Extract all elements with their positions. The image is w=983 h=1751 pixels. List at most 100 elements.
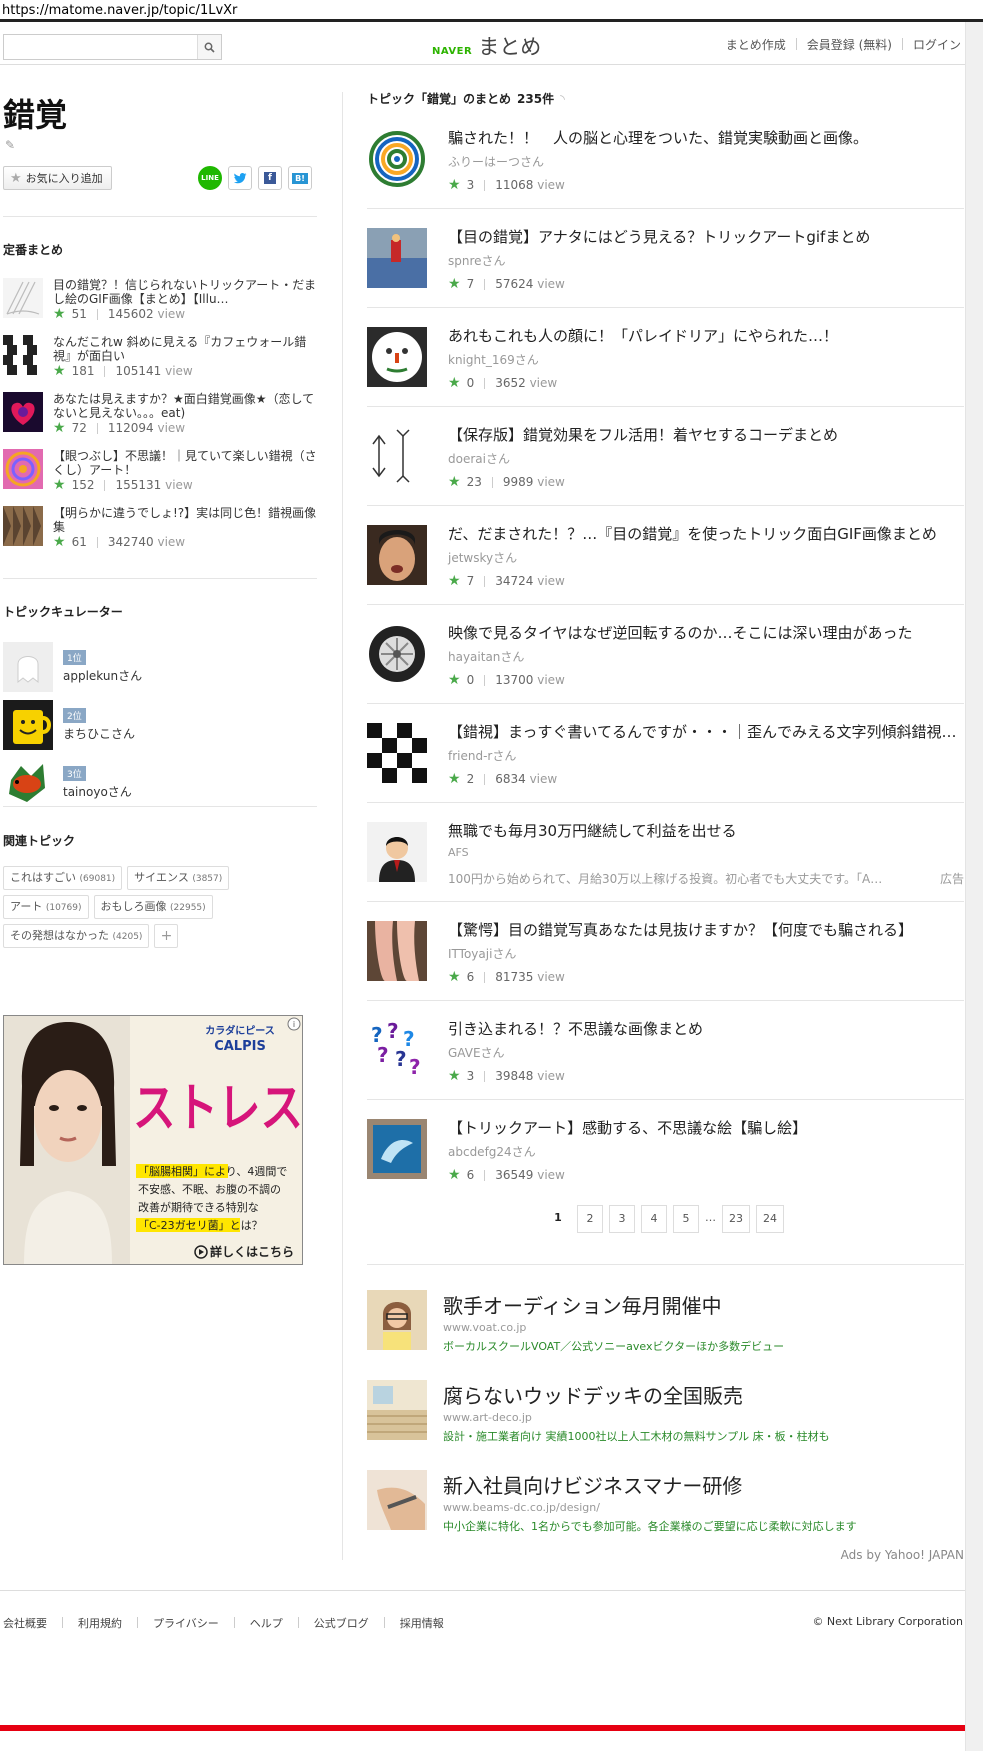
author-name[interactable]: abcdefg24さん [448, 1143, 536, 1160]
yahoo-ad-item[interactable]: 歌手オーディション毎月開催中 www.voat.co.jp ボーカルスクールVO… [367, 1290, 964, 1380]
list-item-title[interactable]: あれもこれも人の顔に！「パレイドリア」にやられた…！ [448, 325, 964, 346]
page-link[interactable]: 2 [577, 1205, 603, 1233]
list-item[interactable]: 【錯視】まっすぐ書いてるんですが・・・｜歪んでみえる文字列傾斜錯視… frien… [367, 704, 964, 803]
list-item-title[interactable]: 映像で見るタイヤはなぜ逆回転するのか…そこには深い理由があった [448, 622, 964, 643]
standard-item[interactable]: 目の錯覚？！信じられないトリックアート・だまし絵のGIF画像【まとめ】【Illu… [3, 278, 317, 335]
list-item[interactable]: 【目の錯覚】アナタにはどう見える？トリックアートgifまとめ spnreさん ★… [367, 209, 964, 308]
footer-link-help[interactable]: ヘルプ [250, 1615, 283, 1631]
author-name[interactable]: ITToyajiさん [448, 945, 516, 962]
side-ad-banner[interactable]: カラダにピース CALPIS ストレス 「脳腸相関」により、4週間で 不安感、不… [3, 1015, 303, 1265]
create-matome-link[interactable]: まとめ作成 [726, 36, 786, 53]
footer-link-privacy[interactable]: プライバシー [153, 1615, 219, 1631]
standard-item-title[interactable]: 【明らかに違うでしょ!?】実は同じ色！錯視画像集 [53, 506, 317, 534]
list-item[interactable]: 騙された！！ 人の脳と心理をついた、錯覚実験動画と画像。 ふりーはーつさん ★ 3… [367, 110, 964, 209]
yahoo-ad-url[interactable]: www.art-deco.jp [443, 1411, 532, 1424]
standard-item[interactable]: 【明らかに違うでしょ!?】実は同じ色！錯視画像集 ★ 61 342740 view [3, 506, 317, 563]
curator-name[interactable]: tainoyoさん [63, 783, 132, 800]
svg-text:?: ? [387, 1020, 399, 1043]
author-name[interactable]: ふりーはーつさん [448, 153, 544, 170]
sponsored-title[interactable]: 無職でも毎月30万円継続して利益を出せる [448, 820, 964, 841]
address-bar[interactable]: https://matome.naver.jp/topic/1LvXr [0, 0, 983, 22]
rss-icon[interactable]: ◝ [560, 92, 565, 106]
standard-item-title[interactable]: 目の錯覚？！信じられないトリックアート・だまし絵のGIF画像【まとめ】【Illu… [53, 278, 317, 306]
author-name[interactable]: knight_169さん [448, 351, 539, 368]
list-item[interactable]: 【保存版】錯覚効果をフル活用！着ヤセするコーデまとめ doeraiさん ★ 23 9… [367, 407, 964, 506]
line-share-button[interactable]: LINE [198, 166, 222, 190]
bottom-banner[interactable] [0, 1725, 965, 1751]
logo-brand: NAVER [432, 46, 473, 57]
list-item-title[interactable]: 【保存版】錯覚効果をフル活用！着ヤセするコーデまとめ [448, 424, 964, 445]
list-item-title[interactable]: 引き込まれる！？不思議な画像まとめ [448, 1018, 964, 1039]
tag-link[interactable]: その発想はなかった (4205) [3, 924, 150, 948]
standard-item-title[interactable]: 【眼つぶし】不思議！｜見ていて楽しい錯視（さくし）アート！ [53, 449, 317, 477]
list-item-title[interactable]: 【トリックアート】感動する、不思議な絵【騙し絵】 [448, 1117, 964, 1138]
author-name[interactable]: spnreさん [448, 252, 506, 269]
standard-item-title[interactable]: あなたは見えますか？★面白錯覚画像★（恋してないと見えない。。。eat) [53, 392, 317, 420]
list-item-title[interactable]: 【驚愕】目の錯覚写真あなたは見抜けますか？【何度でも騙される】 [448, 919, 964, 940]
search-button[interactable] [197, 35, 221, 59]
edit-icon[interactable]: ✎ [5, 138, 15, 152]
add-favorite-button[interactable]: ★ お気に入り追加 [3, 166, 112, 190]
tag-link[interactable]: サイエンス (3857) [127, 866, 230, 890]
star-count: 51 [71, 307, 87, 321]
yahoo-ad-title[interactable]: 新入社員向けビジネスマナー研修 [443, 1470, 742, 1499]
search-icon [204, 42, 215, 53]
yahoo-ad-title[interactable]: 歌手オーディション毎月開催中 [443, 1290, 722, 1319]
hatena-share-button[interactable]: B! [288, 166, 312, 190]
yahoo-ad-item[interactable]: 新入社員向けビジネスマナー研修 www.beams-dc.co.jp/desig… [367, 1470, 964, 1560]
curator-item[interactable]: 2位 まちひこさん [3, 696, 142, 754]
yahoo-ad-title[interactable]: 腐らないウッドデッキの全国販売 [443, 1380, 743, 1409]
list-item-title[interactable]: 【目の錯覚】アナタにはどう見える？トリックアートgifまとめ [448, 226, 964, 247]
standard-item[interactable]: 【眼つぶし】不思議！｜見ていて楽しい錯視（さくし）アート！ ★ 152 155131… [3, 449, 317, 506]
curator-name[interactable]: applekunさん [63, 667, 142, 684]
scrollbar[interactable] [965, 22, 983, 1751]
list-item[interactable]: 映像で見るタイヤはなぜ逆回転するのか…そこには深い理由があった hayaitan… [367, 605, 964, 704]
page-link[interactable]: 4 [641, 1205, 667, 1233]
more-tags-button[interactable]: + [154, 924, 179, 948]
yahoo-ad-url[interactable]: www.beams-dc.co.jp/design/ [443, 1501, 600, 1514]
facebook-share-button[interactable]: f [258, 166, 282, 190]
page-link[interactable]: 5 [673, 1205, 699, 1233]
search-input[interactable] [4, 35, 197, 59]
footer-link-terms[interactable]: 利用規約 [78, 1615, 122, 1631]
tag-link[interactable]: これはすごい (69081) [3, 866, 123, 890]
author-name[interactable]: hayaitanさん [448, 648, 524, 665]
rank-badge: 3位 [63, 766, 86, 781]
curator-item[interactable]: 3位 tainoyoさん [3, 754, 142, 812]
ads-by-yahoo[interactable]: Ads by Yahoo! JAPAN [841, 1548, 964, 1562]
login-link[interactable]: ログイン [913, 36, 961, 53]
footer-link-careers[interactable]: 採用情報 [400, 1615, 444, 1631]
list-item-title[interactable]: 騙された！！ 人の脳と心理をついた、錯覚実験動画と画像。 [448, 127, 964, 148]
sponsored-item[interactable]: 無職でも毎月30万円継続して利益を出せる AFS 100円から始められて、月給3… [367, 803, 964, 902]
tag-link[interactable]: おもしろ画像 (22955) [93, 895, 213, 919]
standard-item[interactable]: あなたは見えますか？★面白錯覚画像★（恋してないと見えない。。。eat) ★ 72… [3, 392, 317, 449]
list-item[interactable]: 【驚愕】目の錯覚写真あなたは見抜けますか？【何度でも騙される】 ITToyaji… [367, 902, 964, 1001]
register-link[interactable]: 会員登録 (無料) [807, 36, 892, 53]
page-link[interactable]: 24 [756, 1205, 784, 1233]
page-link[interactable]: 3 [609, 1205, 635, 1233]
curator-item[interactable]: 1位 applekunさん [3, 638, 142, 696]
site-logo[interactable]: NAVER まとめ [432, 31, 541, 61]
yahoo-ad-item[interactable]: 腐らないウッドデッキの全国販売 www.art-deco.jp 設計・施工業者向… [367, 1380, 964, 1470]
curator-name[interactable]: まちひこさん [63, 725, 135, 742]
twitter-share-button[interactable] [228, 166, 252, 190]
tag-link[interactable]: アート (10769) [3, 895, 89, 919]
footer-link-blog[interactable]: 公式ブログ [314, 1615, 369, 1631]
page-link[interactable]: 23 [722, 1205, 750, 1233]
author-name[interactable]: friend-rさん [448, 747, 516, 764]
list-item[interactable]: あれもこれも人の顔に！「パレイドリア」にやられた…！ knight_169さん … [367, 308, 964, 407]
footer-link-company[interactable]: 会社概要 [3, 1615, 47, 1631]
list-item-title[interactable]: 【錯視】まっすぐ書いてるんですが・・・｜歪んでみえる文字列傾斜錯視… [448, 721, 964, 742]
list-item[interactable]: ?????? 引き込まれる！？不思議な画像まとめ GAVEさん ★ 3 39848 … [367, 1001, 964, 1100]
list-item[interactable]: 【トリックアート】感動する、不思議な絵【騙し絵】 abcdefg24さん ★ 6 3… [367, 1100, 964, 1199]
list-item[interactable]: だ、だまされた！？…『目の錯覚』を使ったトリック面白GIF画像まとめ jetws… [367, 506, 964, 605]
standard-item-title[interactable]: なんだこれw 斜めに見える『カフェウォール錯視』が面白い [53, 335, 317, 363]
author-name[interactable]: jetwskyさん [448, 549, 517, 566]
author-name[interactable]: GAVEさん [448, 1044, 505, 1061]
standard-item[interactable]: なんだこれw 斜めに見える『カフェウォール錯視』が面白い ★ 181 105141 … [3, 335, 317, 392]
thumbnail-image [3, 506, 43, 546]
ad-brand: CALPIS [214, 1039, 266, 1054]
yahoo-ad-url[interactable]: www.voat.co.jp [443, 1321, 526, 1334]
author-name[interactable]: doeraiさん [448, 450, 510, 467]
list-item-title[interactable]: だ、だまされた！？…『目の錯覚』を使ったトリック面白GIF画像まとめ [448, 523, 964, 544]
